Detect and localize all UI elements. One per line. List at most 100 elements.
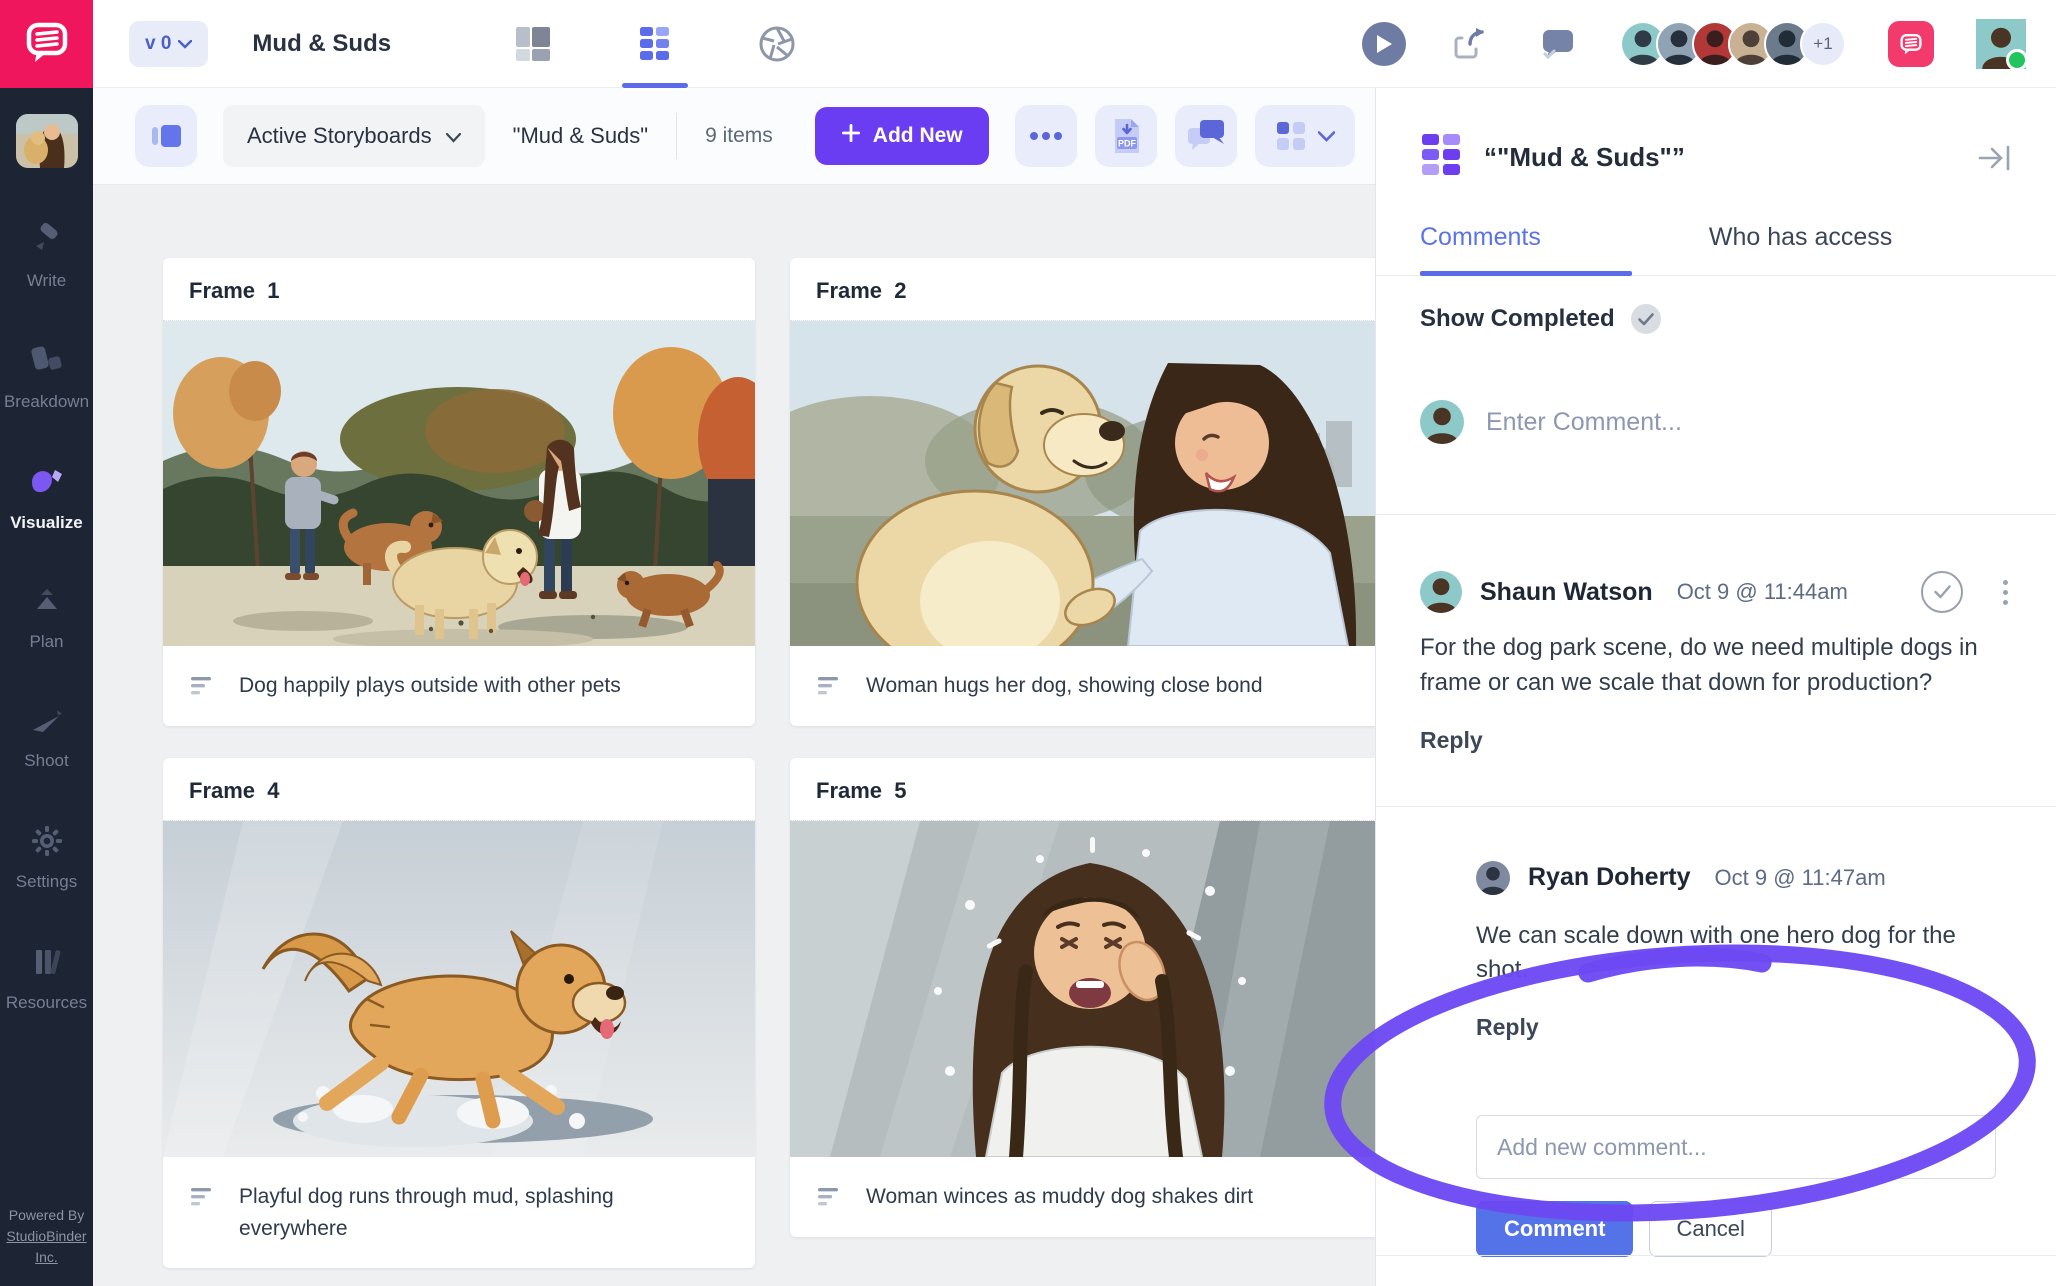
- reply-link[interactable]: Reply: [1476, 1014, 1539, 1041]
- collapse-panel-icon[interactable]: [1978, 144, 2012, 172]
- version-dropdown[interactable]: v 0: [129, 21, 208, 67]
- sidebar-item-breakdown[interactable]: Breakdown: [0, 345, 93, 412]
- frame-title: Frame 1: [189, 278, 280, 303]
- cancel-button[interactable]: Cancel: [1649, 1201, 1771, 1257]
- sidebar-item-label: Settings: [16, 872, 77, 892]
- sidebar-item-visualize[interactable]: Visualize: [0, 466, 93, 533]
- sidebar-item-resources[interactable]: Resources: [0, 946, 93, 1013]
- frame-caption-row: Dog happily plays outside with other pet…: [163, 646, 755, 726]
- layout-view-icon[interactable]: [509, 20, 557, 68]
- pdf-label: PDF: [1118, 139, 1137, 149]
- visualize-icon: [28, 466, 66, 503]
- paper-plane-icon: [29, 706, 65, 741]
- commenter-name: Ryan Doherty: [1528, 863, 1691, 892]
- enter-comment-field[interactable]: Enter Comment...: [1420, 400, 2012, 444]
- aperture-view-icon[interactable]: [753, 20, 801, 68]
- frame-card-5[interactable]: Frame 5: [790, 758, 1382, 1237]
- share-button[interactable]: [1448, 22, 1492, 66]
- comment-menu-icon[interactable]: [2003, 580, 2008, 605]
- breakdown-icon: [29, 345, 65, 382]
- sidebar-item-label: Visualize: [10, 513, 82, 533]
- chevron-down-icon: [178, 33, 192, 55]
- frame-2-illustration: [790, 321, 1382, 646]
- active-view-underline: [622, 83, 688, 88]
- more-options-button[interactable]: [1015, 105, 1077, 167]
- frame-caption-row: Woman hugs her dog, showing close bond: [790, 646, 1382, 726]
- comment-timestamp: Oct 9 @ 11:47am: [1715, 865, 1886, 891]
- export-pdf-button[interactable]: PDF: [1095, 105, 1157, 167]
- description-lines-icon: [818, 1187, 842, 1212]
- storyboard-grid-icon: [1420, 132, 1462, 183]
- grid-view-icon-active[interactable]: [631, 20, 679, 68]
- comments-toggle-button[interactable]: [1534, 22, 1578, 66]
- comment-timestamp: Oct 9 @ 11:44am: [1677, 579, 1848, 605]
- comment-header: Shaun Watson Oct 9 @ 11:44am: [1420, 571, 2012, 613]
- frame-1-illustration: [163, 321, 755, 646]
- sidebar-item-write[interactable]: Write: [0, 222, 93, 291]
- add-comment-input[interactable]: [1476, 1115, 1996, 1179]
- frame-title: Frame 2: [816, 278, 907, 303]
- frame-caption: Woman hugs her dog, showing close bond: [866, 670, 1263, 702]
- chevron-down-icon: [1318, 131, 1335, 142]
- reply-link[interactable]: Reply: [1420, 727, 1483, 754]
- storyboard-collection-dropdown[interactable]: Active Storyboards: [223, 105, 485, 167]
- frame-title: Frame 4: [189, 778, 280, 803]
- project-thumbnail[interactable]: [16, 114, 78, 168]
- show-completed-label: Show Completed: [1420, 305, 1615, 333]
- panel-bottom-divider: [1376, 1255, 2056, 1256]
- show-completed-toggle[interactable]: [1631, 304, 1661, 334]
- frame-card-header: Frame 2: [790, 258, 1382, 321]
- main-sidebar: Write Breakdown Visualize: [0, 88, 93, 1286]
- comments-panel: “"Mud & Suds"” Comments Who has access S…: [1375, 88, 2056, 1286]
- items-count: 9 items: [705, 124, 773, 148]
- commenter-avatar: [1476, 861, 1510, 895]
- resolve-comment-button[interactable]: [1921, 571, 1963, 613]
- frame-card-2[interactable]: Frame 2: [790, 258, 1382, 726]
- pen-icon: [30, 222, 64, 261]
- frame-card-1[interactable]: Frame 1: [163, 258, 755, 726]
- frame-4-illustration: [163, 821, 755, 1157]
- view-options-dropdown[interactable]: [1255, 105, 1355, 167]
- toolbar-comments-button[interactable]: [1175, 105, 1237, 167]
- frame-caption: Woman winces as muddy dog shakes dirt: [866, 1181, 1253, 1213]
- current-user-avatar[interactable]: [1976, 19, 2026, 69]
- comment-submit-button[interactable]: Comment: [1476, 1201, 1633, 1257]
- frame-card-header: Frame 4: [163, 758, 755, 821]
- studiobinder-chat-button[interactable]: [1888, 21, 1934, 67]
- show-completed-row: Show Completed: [1420, 304, 2012, 334]
- frame-5-illustration: [790, 821, 1382, 1157]
- panel-title: “"Mud & Suds"”: [1484, 142, 1685, 173]
- sidebar-item-shoot[interactable]: Shoot: [0, 706, 93, 771]
- add-comment-box: Comment Cancel: [1476, 1115, 2012, 1257]
- sidebar-item-label: Write: [27, 271, 66, 291]
- collection-label: Active Storyboards: [247, 123, 432, 149]
- add-new-button[interactable]: Add New: [815, 107, 989, 165]
- tab-comments[interactable]: Comments: [1420, 223, 1541, 252]
- plus-icon: [841, 123, 861, 149]
- frame-card-header: Frame 5: [790, 758, 1382, 821]
- comment-body: For the dog park scene, do we need multi…: [1420, 631, 2000, 701]
- gear-icon: [31, 825, 63, 862]
- sidebar-toggle-button[interactable]: [135, 105, 197, 167]
- sidebar-item-label: Shoot: [24, 751, 68, 771]
- powered-by-line: Powered By: [0, 1205, 93, 1226]
- comment-thread: Shaun Watson Oct 9 @ 11:44am For the dog…: [1420, 571, 2012, 754]
- sidebar-item-settings[interactable]: Settings: [0, 825, 93, 892]
- studiobinder-logo[interactable]: [0, 0, 93, 88]
- powered-by-footer[interactable]: Powered By StudioBinder Inc.: [0, 1205, 93, 1268]
- version-label: v 0: [145, 33, 171, 55]
- tab-who-has-access[interactable]: Who has access: [1709, 223, 1892, 252]
- collaborator-avatars[interactable]: +1: [1620, 21, 1846, 67]
- enter-comment-placeholder: Enter Comment...: [1486, 408, 1682, 437]
- frame-caption: Dog happily plays outside with other pet…: [239, 670, 621, 702]
- comments-divider: [1376, 806, 2056, 807]
- mountains-icon: [29, 587, 65, 622]
- frame-card-4[interactable]: Frame 4: [163, 758, 755, 1268]
- panel-tabs: Comments Who has access: [1420, 223, 2012, 252]
- comments-divider: [1376, 514, 2056, 515]
- toolbar-divider: [676, 113, 677, 159]
- sidebar-item-plan[interactable]: Plan: [0, 587, 93, 652]
- play-button[interactable]: [1362, 22, 1406, 66]
- comment-reply: Ryan Doherty Oct 9 @ 11:47am We can scal…: [1476, 861, 2012, 1042]
- add-comment-actions: Comment Cancel: [1476, 1201, 2012, 1257]
